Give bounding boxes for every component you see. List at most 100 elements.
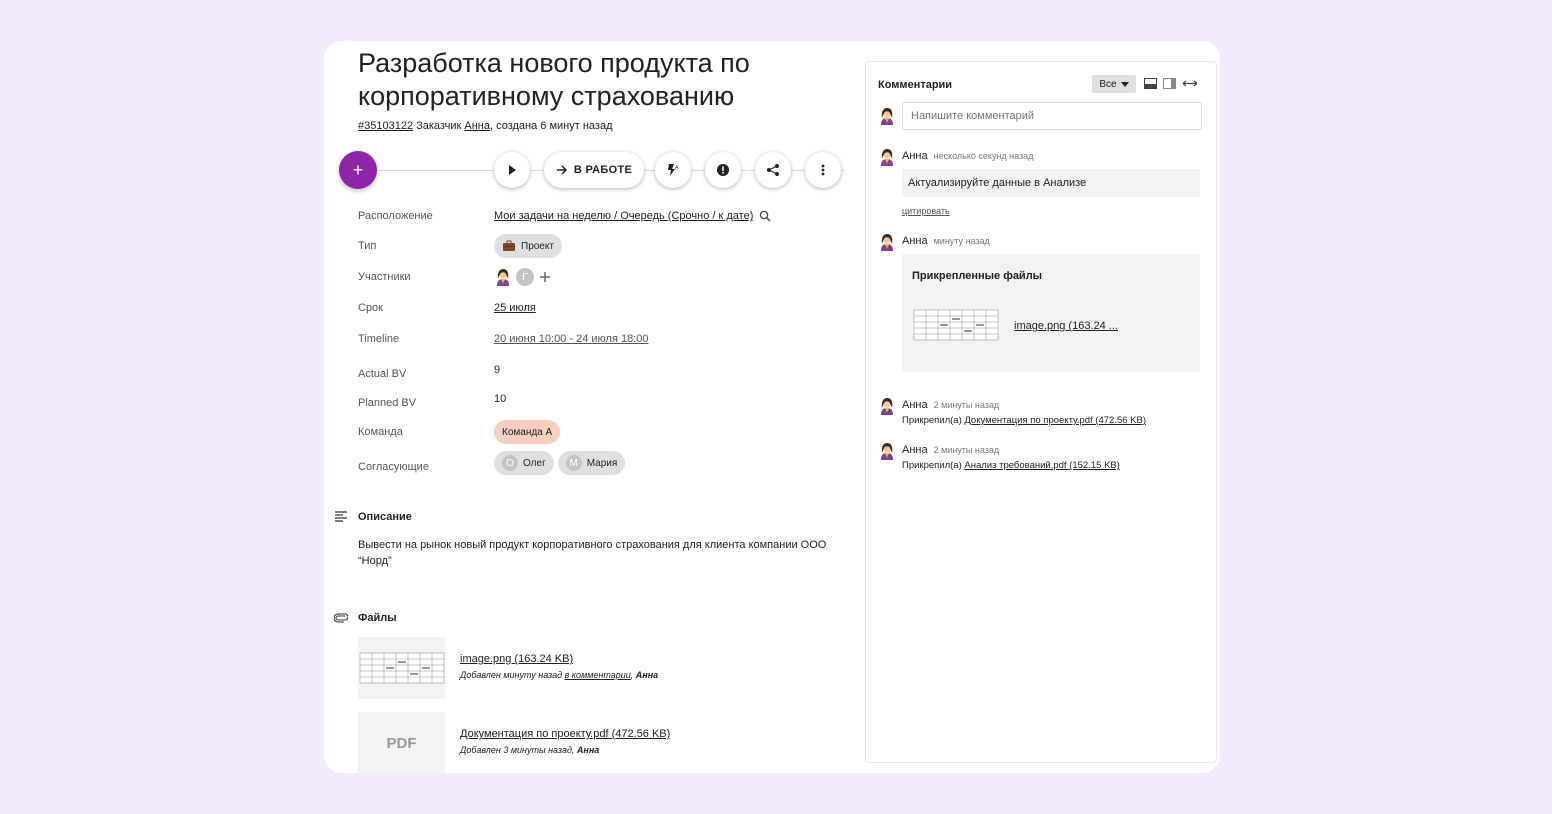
deadline-label: Срок <box>358 302 383 314</box>
file-name[interactable]: image.png (163.24 KB) <box>460 653 573 665</box>
property-deadline: Срок 25 июля <box>358 293 858 323</box>
comment-avatar <box>878 442 896 460</box>
attached-notice: Прикрепил(а) Документация по проекту.pdf… <box>902 415 1146 426</box>
more-vert-icon <box>821 164 825 176</box>
attached-file-link[interactable]: Анализ требований.pdf (152.15 KB) <box>964 460 1120 471</box>
play-button[interactable] <box>494 152 530 188</box>
comment-input[interactable] <box>902 102 1202 130</box>
attached-file-link[interactable]: Документация по проекту.pdf (472.56 KB) <box>964 415 1146 426</box>
planned-bv-label: Planned BV <box>358 397 417 409</box>
file-info: Добавлен 3 минуты назад, Анна <box>460 745 599 755</box>
comment-avatar <box>878 233 896 251</box>
location-label: Расположение <box>358 210 433 222</box>
comment-header: Анна 2 минуты назад <box>902 444 999 456</box>
team-label: Команда <box>358 426 403 438</box>
file-info: Добавлен минуту назад в комментарии, Анн… <box>460 670 658 680</box>
team-chip[interactable]: Команда А <box>494 420 561 444</box>
location-link[interactable]: Мои задачи на неделю / Очередь (Срочно /… <box>494 210 753 222</box>
priority-button[interactable]: A <box>655 152 691 188</box>
file-info-text: Добавлен минуту назад <box>460 670 565 680</box>
task-meta: #35103122 Заказчик Анна, создана 6 минут… <box>358 120 612 132</box>
add-button[interactable]: + <box>339 151 377 189</box>
property-planned-bv: Planned BV 10 <box>358 388 858 418</box>
deadline-link[interactable]: 25 июля <box>494 302 536 314</box>
actual-bv-label: Actual BV <box>358 368 407 380</box>
more-button[interactable] <box>805 152 841 188</box>
approver-chip[interactable]: М Мария <box>557 451 626 475</box>
status-label: В РАБОТЕ <box>573 164 633 176</box>
description-heading: Описание <box>334 511 412 523</box>
quote-link[interactable]: цитировать <box>902 206 950 216</box>
file-author: Анна <box>635 670 659 680</box>
property-approvers: Согласующие О Олег М Мария <box>358 451 858 482</box>
layout-bottom-icon[interactable] <box>1144 78 1157 89</box>
comments-title: Комментарии <box>878 79 953 91</box>
attached-files-heading: Прикрепленные файлы <box>912 270 1043 282</box>
text-lines-icon <box>335 511 347 522</box>
add-member-icon[interactable] <box>538 270 552 284</box>
search-icon[interactable] <box>759 210 771 222</box>
description-title: Описание <box>358 511 412 523</box>
property-location: Расположение Мои задачи на неделю / Очер… <box>358 201 858 231</box>
member-avatar[interactable] <box>494 268 512 286</box>
file-name[interactable]: Документация по проекту.pdf (472.56 KB) <box>460 728 670 740</box>
comment-author[interactable]: Анна <box>902 150 928 162</box>
type-chip[interactable]: Проект <box>494 234 562 258</box>
approver-chip[interactable]: О Олег <box>494 451 554 475</box>
property-timeline: Timeline 20 июня 10:00 - 24 июля 18:00 <box>358 324 858 354</box>
comment-author[interactable]: Анна <box>902 399 928 411</box>
attachment-thumbnail[interactable] <box>912 294 999 356</box>
expand-horizontal-icon[interactable] <box>1182 78 1198 89</box>
comment-avatar <box>878 148 896 166</box>
comments-filter[interactable]: Все <box>1092 75 1136 93</box>
property-actual-bv: Actual BV 9 <box>358 359 858 389</box>
comment-text: Актуализируйте данные в Анализе <box>908 177 1087 189</box>
comment-bubble: Актуализируйте данные в Анализе <box>902 169 1200 197</box>
attachment-icon <box>334 613 348 623</box>
comment-header: Анна 2 минуты назад <box>902 399 999 411</box>
file-item[interactable]: image.png (163.24 KB) Добавлен минуту на… <box>358 637 838 699</box>
type-label: Тип <box>358 240 377 252</box>
attached-prefix: Прикрепил(а) <box>902 415 965 426</box>
file-info-text: Добавлен 3 минуты назад, <box>460 745 577 755</box>
file-comment-link[interactable]: в комментарии <box>565 670 631 680</box>
approver-avatar: О <box>502 455 518 471</box>
comment-time: 2 минуты назад <box>933 400 1000 410</box>
customer-link[interactable]: Анна <box>464 120 490 132</box>
comment-author[interactable]: Анна <box>902 235 928 247</box>
actual-bv-value[interactable]: 9 <box>494 355 500 385</box>
alert-icon <box>717 164 729 176</box>
current-user-avatar <box>878 107 896 125</box>
comment-author[interactable]: Анна <box>902 444 928 456</box>
page-title: Разработка нового продукта по корпоратив… <box>358 48 750 111</box>
file-thumbnail[interactable] <box>358 637 445 699</box>
alert-button[interactable] <box>705 152 741 188</box>
comment-time: несколько секунд назад <box>933 151 1034 161</box>
share-button[interactable] <box>755 152 791 188</box>
files-title: Файлы <box>358 612 397 624</box>
member-avatar-letter[interactable]: Г <box>516 268 534 286</box>
comment-avatar <box>878 397 896 415</box>
attached-notice: Прикрепил(а) Анализ требований.pdf (152.… <box>902 460 1120 471</box>
created-text: , создана 6 минут назад <box>489 120 613 132</box>
task-id-link[interactable]: #35103122 <box>358 120 413 132</box>
layout-side-icon[interactable] <box>1163 78 1176 89</box>
comment-bubble: Прикрепленные файлы image.png (163.24 ..… <box>902 254 1200 372</box>
task-details: Разработка нового продукта по корпоратив… <box>324 41 864 773</box>
property-members: Участники Г <box>358 262 858 292</box>
flash-icon: A <box>668 164 679 176</box>
pdf-thumbnail[interactable]: PDF <box>358 712 445 773</box>
attachment-link[interactable]: image.png (163.24 ... <box>1014 320 1118 332</box>
description-text[interactable]: Вывести на рынок новый продукт корпорати… <box>358 537 828 569</box>
planned-bv-value[interactable]: 10 <box>494 384 506 414</box>
comment-header: Анна несколько секунд назад <box>902 150 1033 162</box>
type-value: Проект <box>521 240 554 252</box>
file-item[interactable]: PDF Документация по проекту.pdf (472.56 … <box>358 712 838 773</box>
timeline-link[interactable]: 20 июня 10:00 - 24 июля 18:00 <box>494 333 648 345</box>
attached-prefix: Прикрепил(а) <box>902 460 965 471</box>
briefcase-icon <box>503 240 515 251</box>
comment-header: Анна минуту назад <box>902 235 990 247</box>
status-button[interactable]: В РАБОТЕ <box>544 152 644 188</box>
files-heading: Файлы <box>334 612 397 624</box>
panel-layout-controls <box>1144 78 1198 89</box>
